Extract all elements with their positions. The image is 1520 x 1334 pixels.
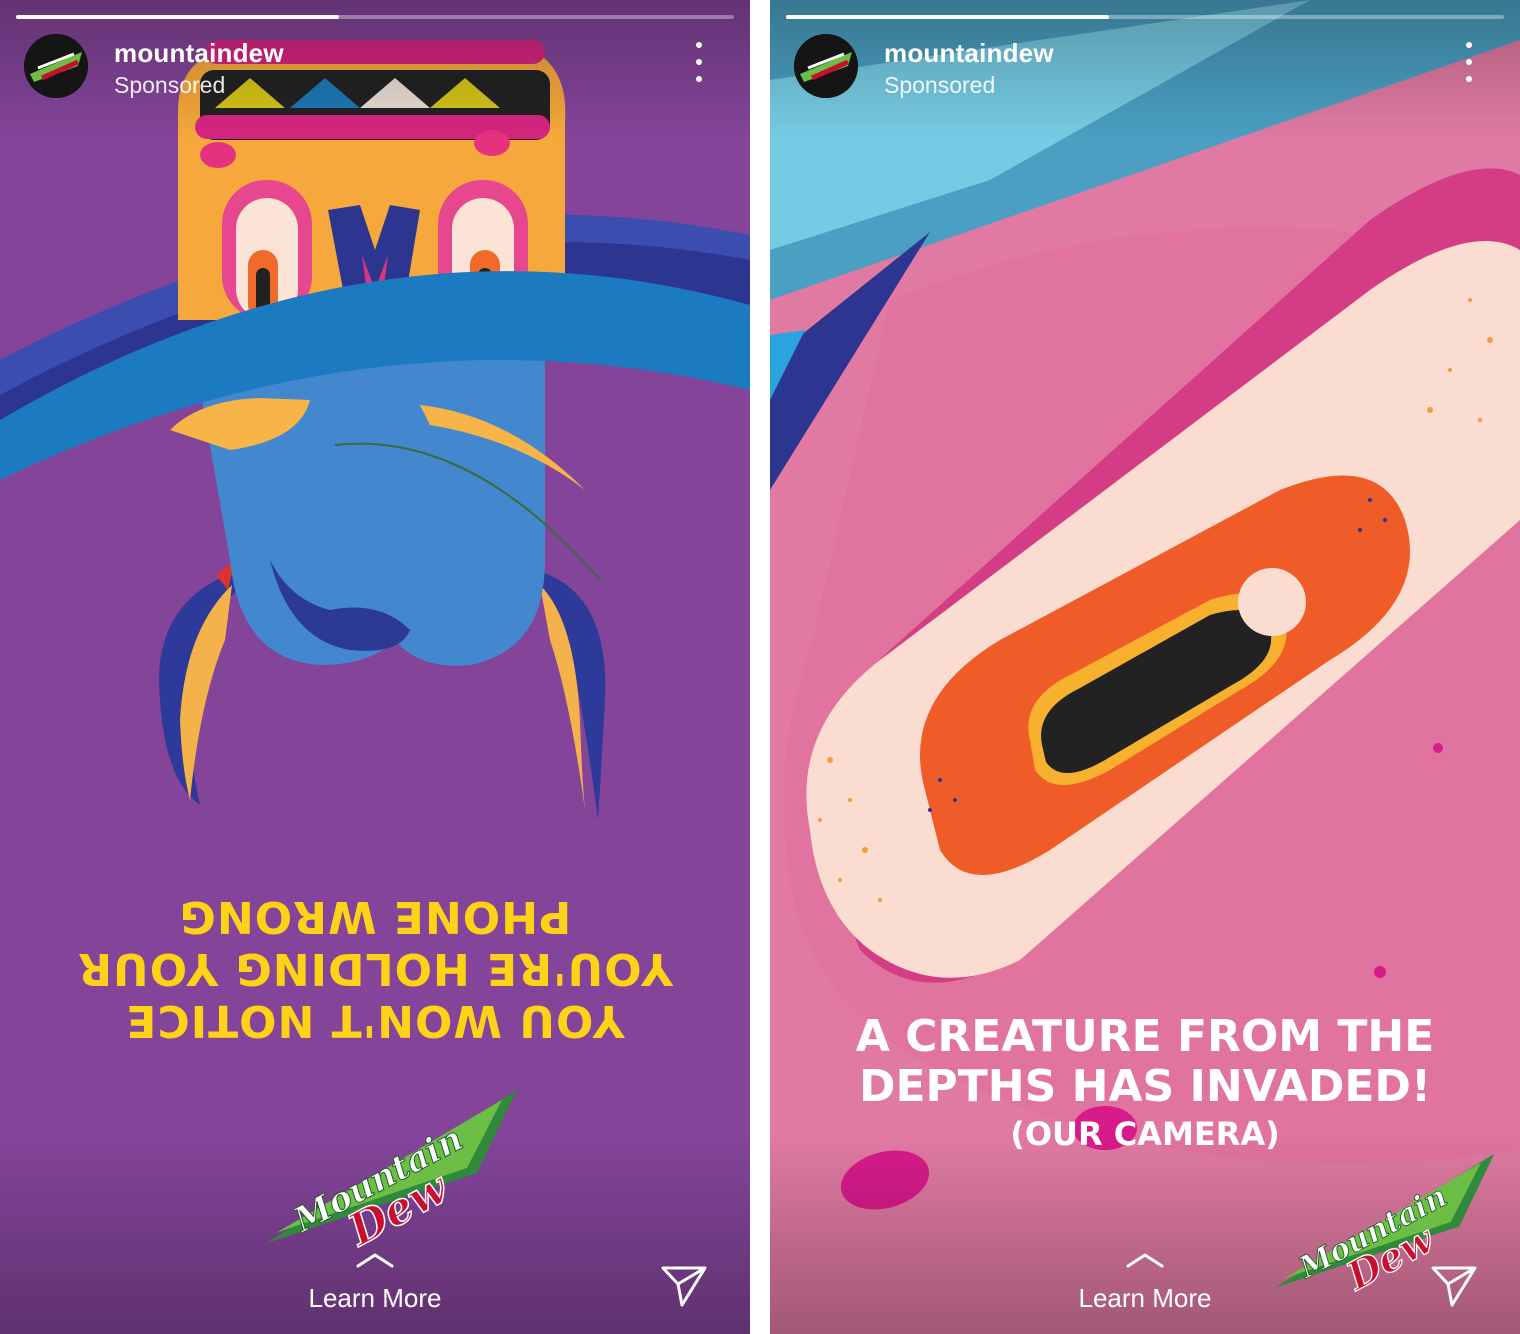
learn-more-cta[interactable]: Learn More [0,1251,750,1314]
avatar[interactable] [794,34,858,98]
story-header: mountaindew Sponsored [794,34,1496,104]
more-options-button[interactable] [684,42,714,82]
story-panel-left[interactable]: mountaindew Sponsored YOU WON'T NOTICE Y… [0,0,750,1334]
learn-more-label: Learn More [1078,1283,1212,1313]
sponsored-label: Sponsored [114,72,226,98]
headline-line: PHONE WRONG [178,891,572,942]
mountain-dew-brand-logo: Mountain Dew [266,1090,517,1248]
learn-more-cta[interactable]: Learn More [770,1251,1520,1314]
username[interactable]: mountaindew [884,38,1054,69]
story-panel-right[interactable]: mountaindew Sponsored A CREATURE FROM TH… [770,0,1520,1334]
story-progress-bar [16,15,734,19]
caption-line: DEPTHS HAS INVADED! [858,1061,1432,1112]
send-icon[interactable] [1430,1264,1478,1308]
story-progress-fill [16,15,340,19]
more-options-button[interactable] [1454,42,1484,82]
headline-line: YOU WON'T NOTICE [125,995,625,1046]
send-icon[interactable] [660,1264,708,1308]
headline-line: YOU'RE HOLDING YOUR [77,943,673,994]
upside-down-headline: YOU WON'T NOTICE YOU'RE HOLDING YOUR PHO… [75,890,675,1046]
sponsored-label: Sponsored [884,72,996,98]
chevron-up-icon [356,1253,394,1268]
story-progress-bar [786,15,1504,19]
avatar[interactable] [24,34,88,98]
chevron-up-icon [1126,1253,1164,1268]
mountain-dew-logo-icon [794,34,858,98]
mountain-dew-logo-icon [24,34,88,98]
more-vertical-icon [696,42,702,48]
caption-line: A CREATURE FROM THE [855,1011,1435,1062]
learn-more-label: Learn More [308,1283,442,1313]
story-caption: A CREATURE FROM THE DEPTHS HAS INVADED! … [810,1012,1480,1154]
username[interactable]: mountaindew [114,38,284,69]
more-vertical-icon [1466,42,1472,48]
story-header: mountaindew Sponsored [24,34,726,104]
story-progress-fill [786,15,1110,19]
caption-subline: (OUR CAMERA) [1010,1115,1280,1153]
